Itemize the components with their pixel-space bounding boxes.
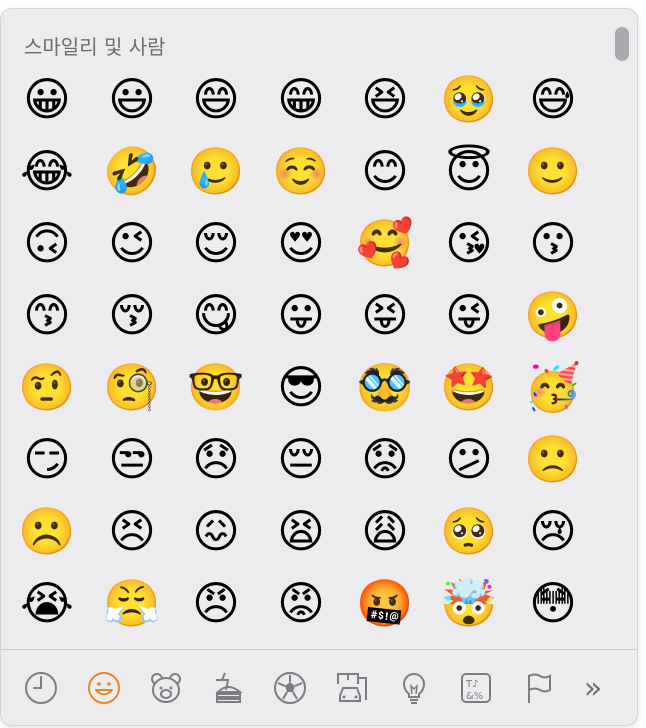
emoji-cell[interactable]: 😭 (17, 573, 77, 633)
emoji-cell[interactable]: 🤨 (17, 357, 77, 417)
emoji-cell[interactable]: 🤩 (439, 357, 499, 417)
flag-icon (528, 673, 551, 703)
emoji-cell[interactable]: 🤯 (439, 573, 499, 633)
emoji-cell[interactable]: 😁 (271, 69, 331, 129)
category-smileys[interactable] (84, 668, 124, 708)
category-recent[interactable] (21, 668, 61, 708)
more-categories-button[interactable]: » (573, 668, 613, 708)
emoji-cell[interactable]: 😜 (439, 285, 499, 345)
emoji-cell[interactable]: 😃 (102, 69, 162, 129)
category-bar: T♪ &% » (1, 650, 637, 725)
emoji-cell[interactable]: 😄 (186, 69, 246, 129)
emoji-cell[interactable]: 😠 (186, 573, 246, 633)
emoji-cell[interactable]: 😞 (186, 429, 246, 489)
emoji-cell[interactable]: 😅 (523, 69, 583, 129)
emoji-picker-panel: 스마일리 및 사람 😀 😃 😄 😁 😆 🥹 😅 😂 🤣 🥲 ☺️ 😊 😇 🙂 🙃 😉 😌 😍 🥰 😘 😗 😙 😚 😋 😛 😝 😜 🤪 🤨… (0, 8, 638, 726)
emoji-cell[interactable]: 😝 (355, 285, 415, 345)
emoji-cell[interactable]: 😖 (186, 501, 246, 561)
svg-text:T♪: T♪ (465, 679, 479, 690)
emoji-cell[interactable]: 😟 (355, 429, 415, 489)
emoji-cell[interactable]: 😣 (102, 501, 162, 561)
emoji-cell[interactable]: 😗 (523, 213, 583, 273)
emoji-cell[interactable]: 😛 (271, 285, 331, 345)
emoji-cell[interactable]: 😔 (271, 429, 331, 489)
scrollbar-thumb[interactable] (615, 27, 629, 61)
emoji-cell[interactable]: 😕 (439, 429, 499, 489)
emoji-cell[interactable]: 😂 (17, 141, 77, 201)
emoji-cell[interactable]: 😩 (355, 501, 415, 561)
emoji-cell[interactable]: 😆 (355, 69, 415, 129)
emoji-cell[interactable]: 😢 (523, 501, 583, 561)
emoji-cell[interactable]: 🥰 (355, 213, 415, 273)
category-travel[interactable] (332, 668, 372, 708)
emoji-cell[interactable]: 🙂 (523, 141, 583, 201)
emoji-cell[interactable]: 😒 (102, 429, 162, 489)
emoji-cell[interactable]: 🤣 (102, 141, 162, 201)
emoji-cell[interactable]: 😀 (17, 69, 77, 129)
emoji-cell[interactable]: 😙 (17, 285, 77, 345)
lightbulb-icon (402, 673, 426, 704)
category-flags[interactable] (518, 668, 558, 708)
smiley-icon (88, 672, 120, 704)
emoji-cell[interactable]: 😚 (102, 285, 162, 345)
emoji-cell[interactable]: 😊 (355, 141, 415, 201)
emoji-cell[interactable]: 🥳 (523, 357, 583, 417)
section-title: 스마일리 및 사람 (24, 35, 166, 59)
category-food[interactable] (208, 668, 248, 708)
emoji-cell[interactable]: 🥸 (355, 357, 415, 417)
category-activity[interactable] (270, 668, 310, 708)
emoji-cell[interactable]: 🙃 (17, 213, 77, 273)
emoji-cell[interactable]: ☺️ (271, 141, 331, 201)
emoji-cell[interactable]: 😤 (102, 573, 162, 633)
emoji-cell[interactable]: 😘 (439, 213, 499, 273)
category-animals[interactable] (146, 668, 186, 708)
emoji-cell[interactable]: 😳 (523, 573, 583, 633)
emoji-cell[interactable]: 😡 (271, 573, 331, 633)
emoji-cell[interactable]: 😇 (439, 141, 499, 201)
emoji-cell[interactable]: 😏 (17, 429, 77, 489)
emoji-cell[interactable]: 😋 (186, 285, 246, 345)
emoji-cell[interactable]: 🥲 (186, 141, 246, 201)
category-symbols[interactable]: T♪ &% (456, 668, 496, 708)
soccer-ball-icon (274, 672, 306, 704)
emoji-cell[interactable]: 🧐 (102, 357, 162, 417)
symbols-icon: T♪ &% (461, 673, 491, 703)
emoji-cell[interactable]: 😫 (271, 501, 331, 561)
emoji-cell[interactable]: ☹️ (17, 501, 77, 561)
emoji-cell[interactable]: 😍 (271, 213, 331, 273)
emoji-cell[interactable]: 😌 (186, 213, 246, 273)
emoji-cell[interactable]: 🥺 (439, 501, 499, 561)
category-objects[interactable] (394, 668, 434, 708)
emoji-cell[interactable]: 🤬 (355, 573, 415, 633)
burger-drink-icon (215, 672, 243, 703)
bear-icon (151, 673, 181, 703)
emoji-cell[interactable]: 😎 (271, 357, 331, 417)
emoji-cell[interactable]: 🤪 (523, 285, 583, 345)
emoji-cell[interactable]: 🙁 (523, 429, 583, 489)
car-building-icon (337, 673, 367, 702)
emoji-cell[interactable]: 🤓 (186, 357, 246, 417)
clock-icon (25, 672, 57, 704)
svg-text:&%: &% (466, 691, 483, 702)
emoji-cell[interactable]: 🥹 (439, 69, 499, 129)
emoji-cell[interactable]: 😉 (102, 213, 162, 273)
